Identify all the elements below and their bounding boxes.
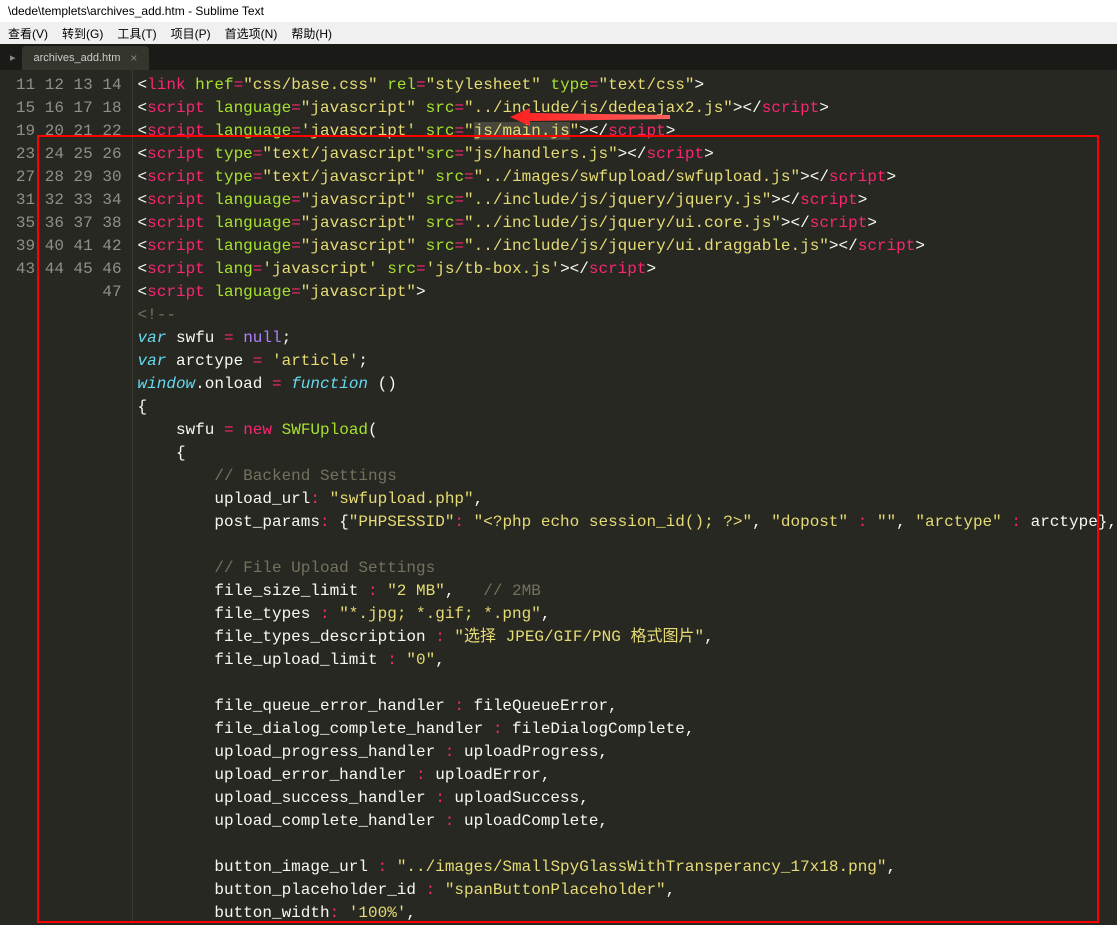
code-line[interactable]: post_params: {"PHPSESSID": "<?php echo s… — [138, 511, 1117, 534]
code-line[interactable]: // Backend Settings — [138, 465, 1117, 488]
menu-project[interactable]: 项目(P) — [171, 25, 211, 41]
window-title: \dede\templets\archives_add.htm - Sublim… — [0, 0, 1117, 22]
editor[interactable]: 11 12 13 14 15 16 17 18 19 20 21 22 23 2… — [0, 70, 1117, 924]
code-line[interactable]: <script lang='javascript' src='js/tb-box… — [138, 258, 1117, 281]
code-line[interactable]: file_types_description : "选择 JPEG/GIF/PN… — [138, 626, 1117, 649]
code-line[interactable] — [138, 833, 1117, 856]
menu-help[interactable]: 帮助(H) — [291, 25, 332, 41]
code-line[interactable]: <script language='javascript' src="js/ma… — [138, 120, 1117, 143]
tab-archives-add[interactable]: archives_add.htm × — [22, 46, 150, 70]
code-line[interactable]: var swfu = null; — [138, 327, 1117, 350]
code-line[interactable]: button_placeholder_id : "spanButtonPlace… — [138, 879, 1117, 902]
code-line[interactable]: <script type="text/javascript"src="js/ha… — [138, 143, 1117, 166]
code-line[interactable]: <link href="css/base.css" rel="styleshee… — [138, 74, 1117, 97]
gutter: 11 12 13 14 15 16 17 18 19 20 21 22 23 2… — [0, 70, 133, 924]
code-line[interactable]: <script language="javascript" src="../in… — [138, 97, 1117, 120]
menu-bar: 查看(V) 转到(G) 工具(T) 项目(P) 首选项(N) 帮助(H) — [0, 22, 1117, 44]
code-line[interactable]: file_dialog_complete_handler : fileDialo… — [138, 718, 1117, 741]
code-line[interactable]: button_width: '100%', — [138, 902, 1117, 925]
code-line[interactable]: file_size_limit : "2 MB", // 2MB — [138, 580, 1117, 603]
code-line[interactable]: <script language="javascript" src="../in… — [138, 189, 1117, 212]
code-line[interactable]: var arctype = 'article'; — [138, 350, 1117, 373]
code-line[interactable]: swfu = new SWFUpload( — [138, 419, 1117, 442]
code-line[interactable]: { — [138, 442, 1117, 465]
code-line[interactable]: button_image_url : "../images/SmallSpyGl… — [138, 856, 1117, 879]
close-icon[interactable]: × — [130, 51, 137, 65]
menu-goto[interactable]: 转到(G) — [62, 25, 103, 41]
code-line[interactable]: file_queue_error_handler : fileQueueErro… — [138, 695, 1117, 718]
code-line[interactable]: upload_url: "swfupload.php", — [138, 488, 1117, 511]
tab-label: archives_add.htm — [34, 52, 121, 64]
code-line[interactable]: upload_error_handler : uploadError, — [138, 764, 1117, 787]
menu-view[interactable]: 查看(V) — [8, 25, 48, 41]
code-line[interactable]: <script language="javascript" src="../in… — [138, 235, 1117, 258]
menu-prefs[interactable]: 首选项(N) — [225, 25, 278, 41]
code-line[interactable]: upload_success_handler : uploadSuccess, — [138, 787, 1117, 810]
tab-list-icon[interactable]: ▸ — [4, 51, 22, 64]
code-line[interactable]: <script language="javascript" src="../in… — [138, 212, 1117, 235]
code-line[interactable] — [138, 672, 1117, 695]
code-area[interactable]: <link href="css/base.css" rel="styleshee… — [133, 70, 1117, 924]
code-line[interactable] — [138, 534, 1117, 557]
code-line[interactable]: file_types : "*.jpg; *.gif; *.png", — [138, 603, 1117, 626]
code-line[interactable]: upload_progress_handler : uploadProgress… — [138, 741, 1117, 764]
tab-bar: ▸ archives_add.htm × — [0, 44, 1117, 70]
code-line[interactable]: <script type="text/javascript" src="../i… — [138, 166, 1117, 189]
code-line[interactable]: <script language="javascript"> — [138, 281, 1117, 304]
code-line[interactable]: { — [138, 396, 1117, 419]
code-line[interactable]: <!-- — [138, 304, 1117, 327]
code-line[interactable]: upload_complete_handler : uploadComplete… — [138, 810, 1117, 833]
code-line[interactable]: // File Upload Settings — [138, 557, 1117, 580]
code-line[interactable]: window.onload = function () — [138, 373, 1117, 396]
code-line[interactable]: file_upload_limit : "0", — [138, 649, 1117, 672]
menu-tools[interactable]: 工具(T) — [117, 25, 156, 41]
